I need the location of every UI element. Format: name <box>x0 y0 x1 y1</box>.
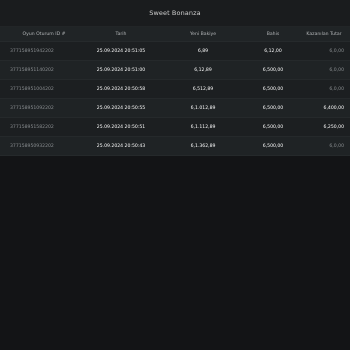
balance-cell: 6,1.112,89 <box>190 124 216 130</box>
column-header-new-balance[interactable]: Yeni Bakiye <box>158 32 248 37</box>
session-id-cell[interactable]: 377158951140202 <box>0 68 84 73</box>
table-body: 377158951942202 25.09.2024 20:51:05 6,89… <box>0 42 350 156</box>
win-cell: 6,0,00 <box>329 48 344 54</box>
win-cell: 6,400,00 <box>323 105 344 111</box>
win-cell: 6,0,00 <box>329 67 344 73</box>
bet-cell: 6,500,00 <box>262 143 284 149</box>
table-row[interactable]: 377158951092202 25.09.2024 20:50:55 6,1.… <box>0 99 350 118</box>
balance-cell: 6,512,89 <box>192 86 214 92</box>
bet-cell: 6,500,00 <box>262 124 284 130</box>
history-table: Oyun Oturum ID # Tarih Yeni Bakiye Bahis… <box>0 27 350 156</box>
balance-cell: 6,1.362,89 <box>190 143 216 149</box>
bet-cell: 6,500,00 <box>262 86 284 92</box>
table-header: Oyun Oturum ID # Tarih Yeni Bakiye Bahis… <box>0 27 350 42</box>
win-cell: 6,0,00 <box>329 143 344 149</box>
bet-cell: 6,12,00 <box>264 48 282 54</box>
date-cell: 25.09.2024 20:50:43 <box>96 143 146 149</box>
column-header-date[interactable]: Tarih <box>84 32 158 37</box>
session-id-cell[interactable]: 377158951092202 <box>0 106 84 111</box>
session-id-cell[interactable]: 377158951004202 <box>0 87 84 92</box>
title-bar: Sweet Bonanza <box>0 0 350 27</box>
table-row[interactable]: 377158951942202 25.09.2024 20:51:05 6,89… <box>0 42 350 61</box>
bet-cell: 6,500,00 <box>262 67 284 73</box>
session-id-cell[interactable]: 377158951582202 <box>0 125 84 130</box>
column-header-bet[interactable]: Bahis <box>248 32 298 37</box>
column-header-session-id[interactable]: Oyun Oturum ID # <box>0 32 84 37</box>
date-cell: 25.09.2024 20:50:55 <box>96 105 146 111</box>
table-row[interactable]: 377158950932202 25.09.2024 20:50:43 6,1.… <box>0 137 350 156</box>
bet-cell: 6,500,00 <box>262 105 284 111</box>
column-header-win-amount[interactable]: Kazanılan Tutar <box>298 32 350 37</box>
session-id-cell[interactable]: 377158951942202 <box>0 49 84 54</box>
date-cell: 25.09.2024 20:51:00 <box>96 67 146 73</box>
date-cell: 25.09.2024 20:50:51 <box>96 124 146 130</box>
win-cell: 6,250,00 <box>323 124 344 130</box>
table-row[interactable]: 377158951004202 25.09.2024 20:50:58 6,51… <box>0 80 350 99</box>
table-row[interactable]: 377158951582202 25.09.2024 20:50:51 6,1.… <box>0 118 350 137</box>
session-id-cell[interactable]: 377158950932202 <box>0 144 84 149</box>
win-cell: 6,0,00 <box>329 86 344 92</box>
balance-cell: 6,1.012,89 <box>190 105 216 111</box>
date-cell: 25.09.2024 20:51:05 <box>96 48 146 54</box>
game-title: Sweet Bonanza <box>149 9 201 17</box>
table-row[interactable]: 377158951140202 25.09.2024 20:51:00 6,12… <box>0 61 350 80</box>
balance-cell: 6,89 <box>197 48 209 54</box>
balance-cell: 6,12,89 <box>194 67 212 73</box>
date-cell: 25.09.2024 20:50:58 <box>96 86 146 92</box>
